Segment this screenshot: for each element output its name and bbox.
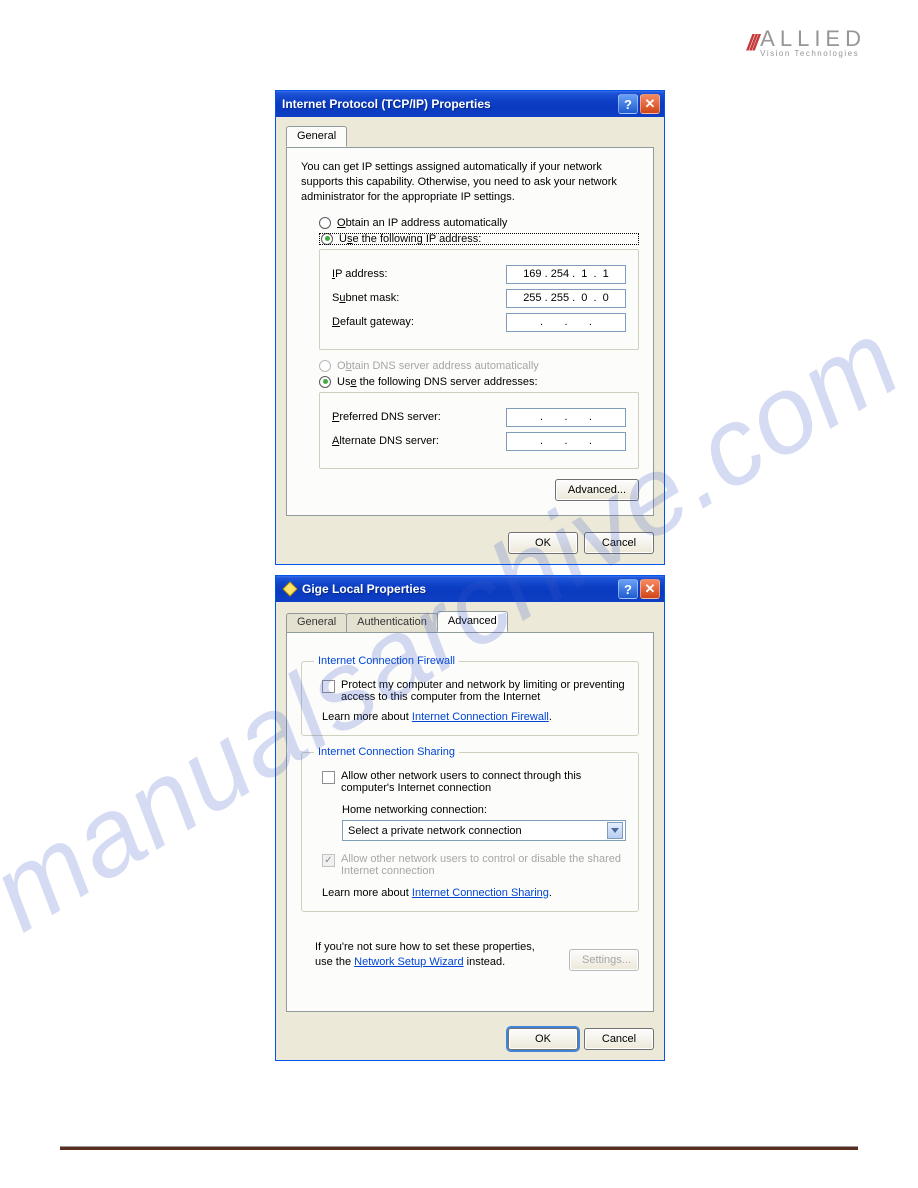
tab-authentication[interactable]: Authentication bbox=[346, 613, 438, 634]
radio-icon bbox=[319, 376, 331, 388]
dns-fields-group: Preferred DNS server: Alternate DNS serv… bbox=[319, 392, 639, 469]
cancel-button[interactable]: Cancel bbox=[584, 1028, 654, 1050]
network-setup-wizard-link[interactable]: Network Setup Wizard bbox=[354, 956, 463, 968]
default-gateway-label: Default gateway: bbox=[332, 316, 414, 328]
chevron-down-icon bbox=[607, 822, 623, 839]
gige-local-properties-dialog: Gige Local Properties ? ✕ General Authen… bbox=[275, 575, 665, 1061]
help-icon[interactable]: ? bbox=[618, 579, 638, 599]
tcpip-properties-dialog: Internet Protocol (TCP/IP) Properties ? … bbox=[275, 90, 665, 565]
settings-button: Settings... bbox=[569, 949, 639, 971]
radio-use-following-ip[interactable]: Use the following IP address: bbox=[319, 233, 639, 245]
protect-computer-checkbox[interactable]: Protect my computer and network by limit… bbox=[314, 677, 626, 705]
instructions-text: You can get IP settings assigned automat… bbox=[301, 160, 639, 205]
logo-sub-text: Vision Technologies bbox=[760, 50, 866, 58]
firewall-group: Internet Connection Firewall Protect my … bbox=[301, 655, 639, 736]
radio-label: Obtain an IP address automatically bbox=[337, 217, 507, 229]
subnet-mask-input[interactable] bbox=[506, 289, 626, 308]
sharing-legend: Internet Connection Sharing bbox=[314, 746, 459, 758]
checkbox-label: Protect my computer and network by limit… bbox=[341, 679, 626, 703]
ip-address-input[interactable] bbox=[506, 265, 626, 284]
network-icon bbox=[282, 581, 298, 597]
select-value: Select a private network connection bbox=[348, 825, 522, 837]
firewall-legend: Internet Connection Firewall bbox=[314, 655, 459, 667]
preferred-dns-input[interactable] bbox=[506, 408, 626, 427]
sharing-link[interactable]: Internet Connection Sharing bbox=[412, 887, 549, 899]
learn-more-sharing: Learn more about Internet Connection Sha… bbox=[314, 879, 626, 899]
footer-divider bbox=[60, 1146, 858, 1152]
radio-icon bbox=[319, 217, 331, 229]
alternate-dns-label: Alternate DNS server: bbox=[332, 435, 439, 447]
ip-fields-group: IP address: Subnet mask: Default gateway… bbox=[319, 249, 639, 350]
checkbox-label: Allow other network users to connect thr… bbox=[341, 770, 626, 794]
radio-obtain-dns-auto: Obtain DNS server address automatically bbox=[319, 360, 639, 372]
titlebar[interactable]: Gige Local Properties ? ✕ bbox=[276, 576, 664, 602]
help-icon[interactable]: ? bbox=[618, 94, 638, 114]
close-icon[interactable]: ✕ bbox=[640, 94, 660, 114]
ip-address-label: IP address: bbox=[332, 268, 387, 280]
dialog-title: Internet Protocol (TCP/IP) Properties bbox=[282, 97, 616, 111]
dialog-title: Gige Local Properties bbox=[302, 582, 616, 596]
advanced-button[interactable]: Advanced... bbox=[555, 479, 639, 501]
checkbox-icon bbox=[322, 854, 335, 867]
radio-obtain-ip-auto[interactable]: Obtain an IP address automatically bbox=[319, 217, 639, 229]
alternate-dns-input[interactable] bbox=[506, 432, 626, 451]
preferred-dns-label: Preferred DNS server: bbox=[332, 411, 441, 423]
cancel-button[interactable]: Cancel bbox=[584, 532, 654, 554]
allied-logo: /// ALLIED Vision Technologies bbox=[747, 28, 866, 58]
tab-general[interactable]: General bbox=[286, 613, 347, 634]
radio-use-following-dns[interactable]: Use the following DNS server addresses: bbox=[319, 376, 639, 388]
learn-more-firewall: Learn more about Internet Connection Fir… bbox=[314, 705, 626, 723]
ok-button[interactable]: OK bbox=[508, 532, 578, 554]
checkbox-label: Allow other network users to control or … bbox=[341, 853, 626, 877]
tab-advanced[interactable]: Advanced bbox=[437, 611, 508, 632]
allow-connect-checkbox[interactable]: Allow other network users to connect thr… bbox=[314, 768, 626, 796]
subnet-mask-label: Subnet mask: bbox=[332, 292, 399, 304]
checkbox-icon bbox=[322, 771, 335, 784]
sharing-group: Internet Connection Sharing Allow other … bbox=[301, 746, 639, 912]
radio-icon bbox=[321, 233, 333, 245]
wizard-note: If you're not sure how to set these prop… bbox=[301, 940, 559, 971]
ok-button[interactable]: OK bbox=[508, 1028, 578, 1050]
allow-control-checkbox: Allow other network users to control or … bbox=[314, 851, 626, 879]
radio-label: Use the following IP address: bbox=[339, 233, 481, 245]
default-gateway-input[interactable] bbox=[506, 313, 626, 332]
logo-slash-icon: /// bbox=[747, 30, 756, 56]
firewall-link[interactable]: Internet Connection Firewall bbox=[412, 711, 549, 723]
radio-icon bbox=[319, 360, 331, 372]
radio-label: Use the following DNS server addresses: bbox=[337, 376, 538, 388]
checkbox-icon bbox=[322, 680, 335, 693]
radio-label: Obtain DNS server address automatically bbox=[337, 360, 539, 372]
home-networking-select[interactable]: Select a private network connection bbox=[342, 820, 626, 841]
logo-main-text: ALLIED bbox=[760, 28, 866, 50]
titlebar[interactable]: Internet Protocol (TCP/IP) Properties ? … bbox=[276, 91, 664, 117]
home-networking-label: Home networking connection: bbox=[342, 804, 626, 816]
tab-general[interactable]: General bbox=[286, 126, 347, 147]
close-icon[interactable]: ✕ bbox=[640, 579, 660, 599]
